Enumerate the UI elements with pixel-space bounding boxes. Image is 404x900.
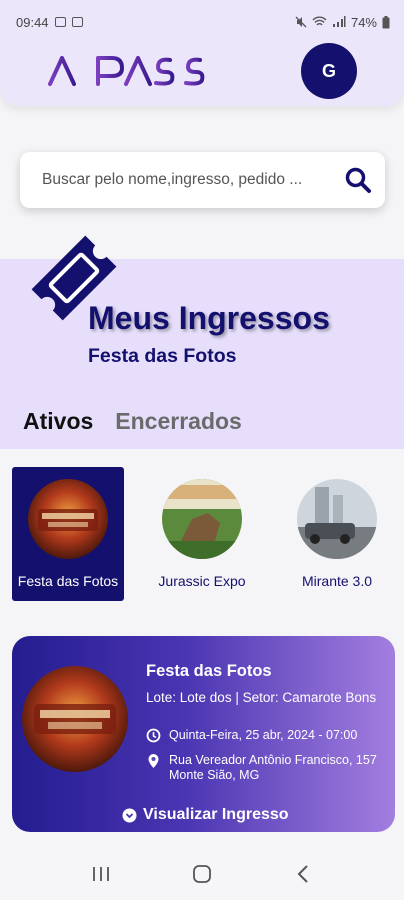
back-icon bbox=[297, 865, 309, 883]
app-logo bbox=[48, 56, 205, 86]
event-label: Festa das Fotos bbox=[17, 573, 119, 589]
ticket-event-image bbox=[22, 666, 128, 772]
ticket-title: Festa das Fotos bbox=[146, 662, 272, 680]
view-ticket-label: Visualizar Ingresso bbox=[143, 806, 289, 823]
back-button[interactable] bbox=[283, 854, 323, 894]
ticket-tabs: Ativos Encerrados bbox=[23, 408, 242, 435]
home-icon bbox=[193, 865, 211, 883]
event-item-festa-das-fotos[interactable]: Festa das Fotos bbox=[12, 467, 124, 601]
tab-encerrados[interactable]: Encerrados bbox=[115, 408, 242, 435]
signal-icon bbox=[332, 16, 346, 27]
location-pin-icon bbox=[148, 754, 159, 768]
home-button[interactable] bbox=[182, 854, 222, 894]
user-avatar[interactable]: G bbox=[301, 43, 357, 99]
search-icon[interactable] bbox=[343, 165, 373, 195]
notification-icon bbox=[54, 17, 66, 27]
tab-ativos[interactable]: Ativos bbox=[23, 408, 93, 435]
ticket-address: Rua Vereador Antônio Francisco, 157 Mont… bbox=[169, 753, 377, 782]
page-title: Meus Ingressos bbox=[88, 300, 330, 336]
wifi-icon bbox=[312, 16, 327, 26]
event-thumbnail bbox=[297, 479, 377, 559]
ticket-date-row: Quinta-Feira, 25 abr, 2024 - 07:00 bbox=[146, 728, 357, 743]
battery-icon bbox=[382, 15, 390, 28]
ticket-lot-sector: Lote: Lote dos | Setor: Camarote Bons bbox=[146, 690, 377, 705]
clock-icon bbox=[146, 728, 161, 743]
event-item-mirante[interactable]: Mirante 3.0 bbox=[281, 467, 393, 601]
status-bar: 09:44 74% bbox=[0, 0, 404, 44]
status-time: 09:44 bbox=[16, 14, 49, 30]
page-subtitle: Festa das Fotos bbox=[88, 345, 237, 367]
system-nav-bar bbox=[0, 848, 404, 900]
event-thumbnail bbox=[162, 479, 242, 559]
ticket-date: Quinta-Feira, 25 abr, 2024 - 07:00 bbox=[169, 728, 358, 742]
event-thumbnail bbox=[28, 479, 108, 559]
mute-icon bbox=[295, 16, 307, 28]
event-item-jurassic-expo[interactable]: Jurassic Expo bbox=[146, 467, 258, 601]
ticket-address-row: Rua Vereador Antônio Francisco, 157 Mont… bbox=[146, 753, 386, 783]
battery-text: 74% bbox=[350, 14, 377, 30]
recent-apps-icon bbox=[92, 867, 109, 881]
recent-apps-button[interactable] bbox=[81, 854, 121, 894]
app-header: 09:44 74% G bbox=[0, 0, 404, 106]
message-icon bbox=[71, 17, 83, 27]
view-ticket-button[interactable]: Visualizar Ingresso bbox=[122, 806, 289, 824]
chevron-down-circle-icon bbox=[122, 808, 137, 822]
ticket-card[interactable]: Festa das Fotos Lote: Lote dos | Setor: … bbox=[12, 636, 395, 832]
search-input[interactable] bbox=[42, 171, 343, 189]
event-label: Mirante 3.0 bbox=[301, 573, 373, 589]
event-label: Jurassic Expo bbox=[158, 573, 246, 589]
avatar-letter: G bbox=[321, 60, 336, 81]
search-bar bbox=[20, 152, 385, 208]
